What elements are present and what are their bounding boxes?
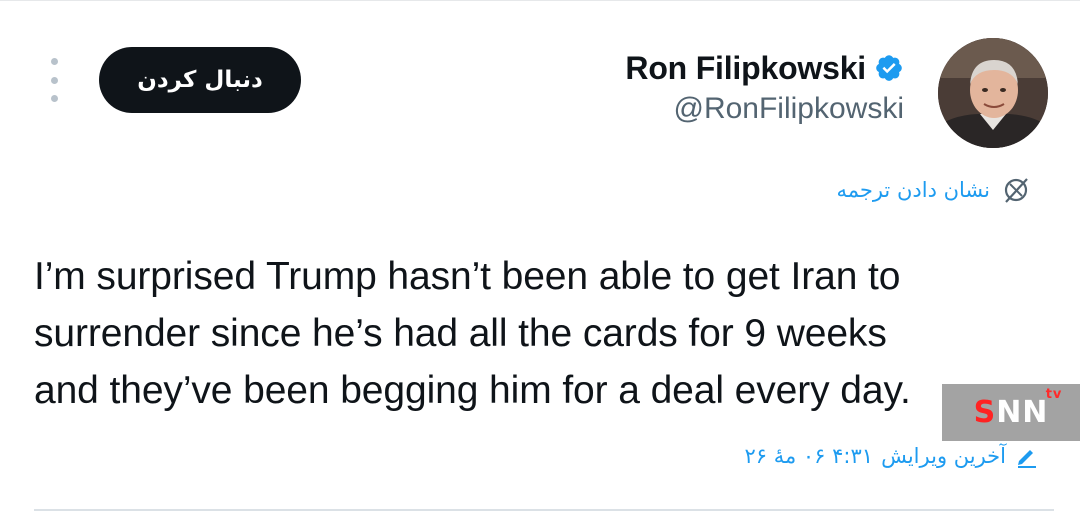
- tweet-text-line: I’m surprised Trump hasn’t been able to …: [34, 255, 901, 298]
- more-options-icon[interactable]: [44, 58, 64, 102]
- globe-icon: [1004, 178, 1028, 203]
- tweet-text-line: surrender since he’s had all the cards f…: [34, 312, 887, 355]
- verified-badge-icon: [876, 55, 902, 81]
- more-dot: [50, 76, 58, 84]
- show-translation-link[interactable]: نشان دادن ترجمه: [836, 172, 1032, 208]
- more-dot: [50, 58, 58, 65]
- last-edited-datetime: ۴:۳۱ ۰۶ مهٔ ۲۶: [744, 444, 874, 468]
- follow-button[interactable]: دنبال کردن: [99, 47, 301, 113]
- watermark-logo: SNN tv: [973, 387, 1063, 430]
- more-dot: [50, 95, 58, 102]
- tweet-text-line: and they’ve been begging him for a deal …: [34, 369, 911, 412]
- author-handle[interactable]: @RonFilipkowski: [673, 92, 904, 126]
- snn-watermark: SNN tv: [942, 384, 1080, 441]
- pencil-icon: [1018, 450, 1036, 468]
- top-divider: [0, 0, 1080, 1]
- avatar-photo: [938, 38, 1048, 148]
- last-edited-link[interactable]: آخرین ویرایش ۴:۳۱ ۰۶ مهٔ ۲۶: [744, 436, 1040, 476]
- bottom-divider: [34, 509, 1054, 511]
- author-avatar[interactable]: [938, 38, 1048, 148]
- show-translation-label: نشان دادن ترجمه: [836, 178, 990, 202]
- tweet-text: I’m surprised Trump hasn’t been able to …: [34, 248, 1044, 419]
- author-name-row[interactable]: Ron Filipkowski: [625, 48, 904, 88]
- last-edited-label: آخرین ویرایش: [881, 444, 1006, 468]
- author-display-name[interactable]: Ron Filipkowski: [625, 50, 866, 87]
